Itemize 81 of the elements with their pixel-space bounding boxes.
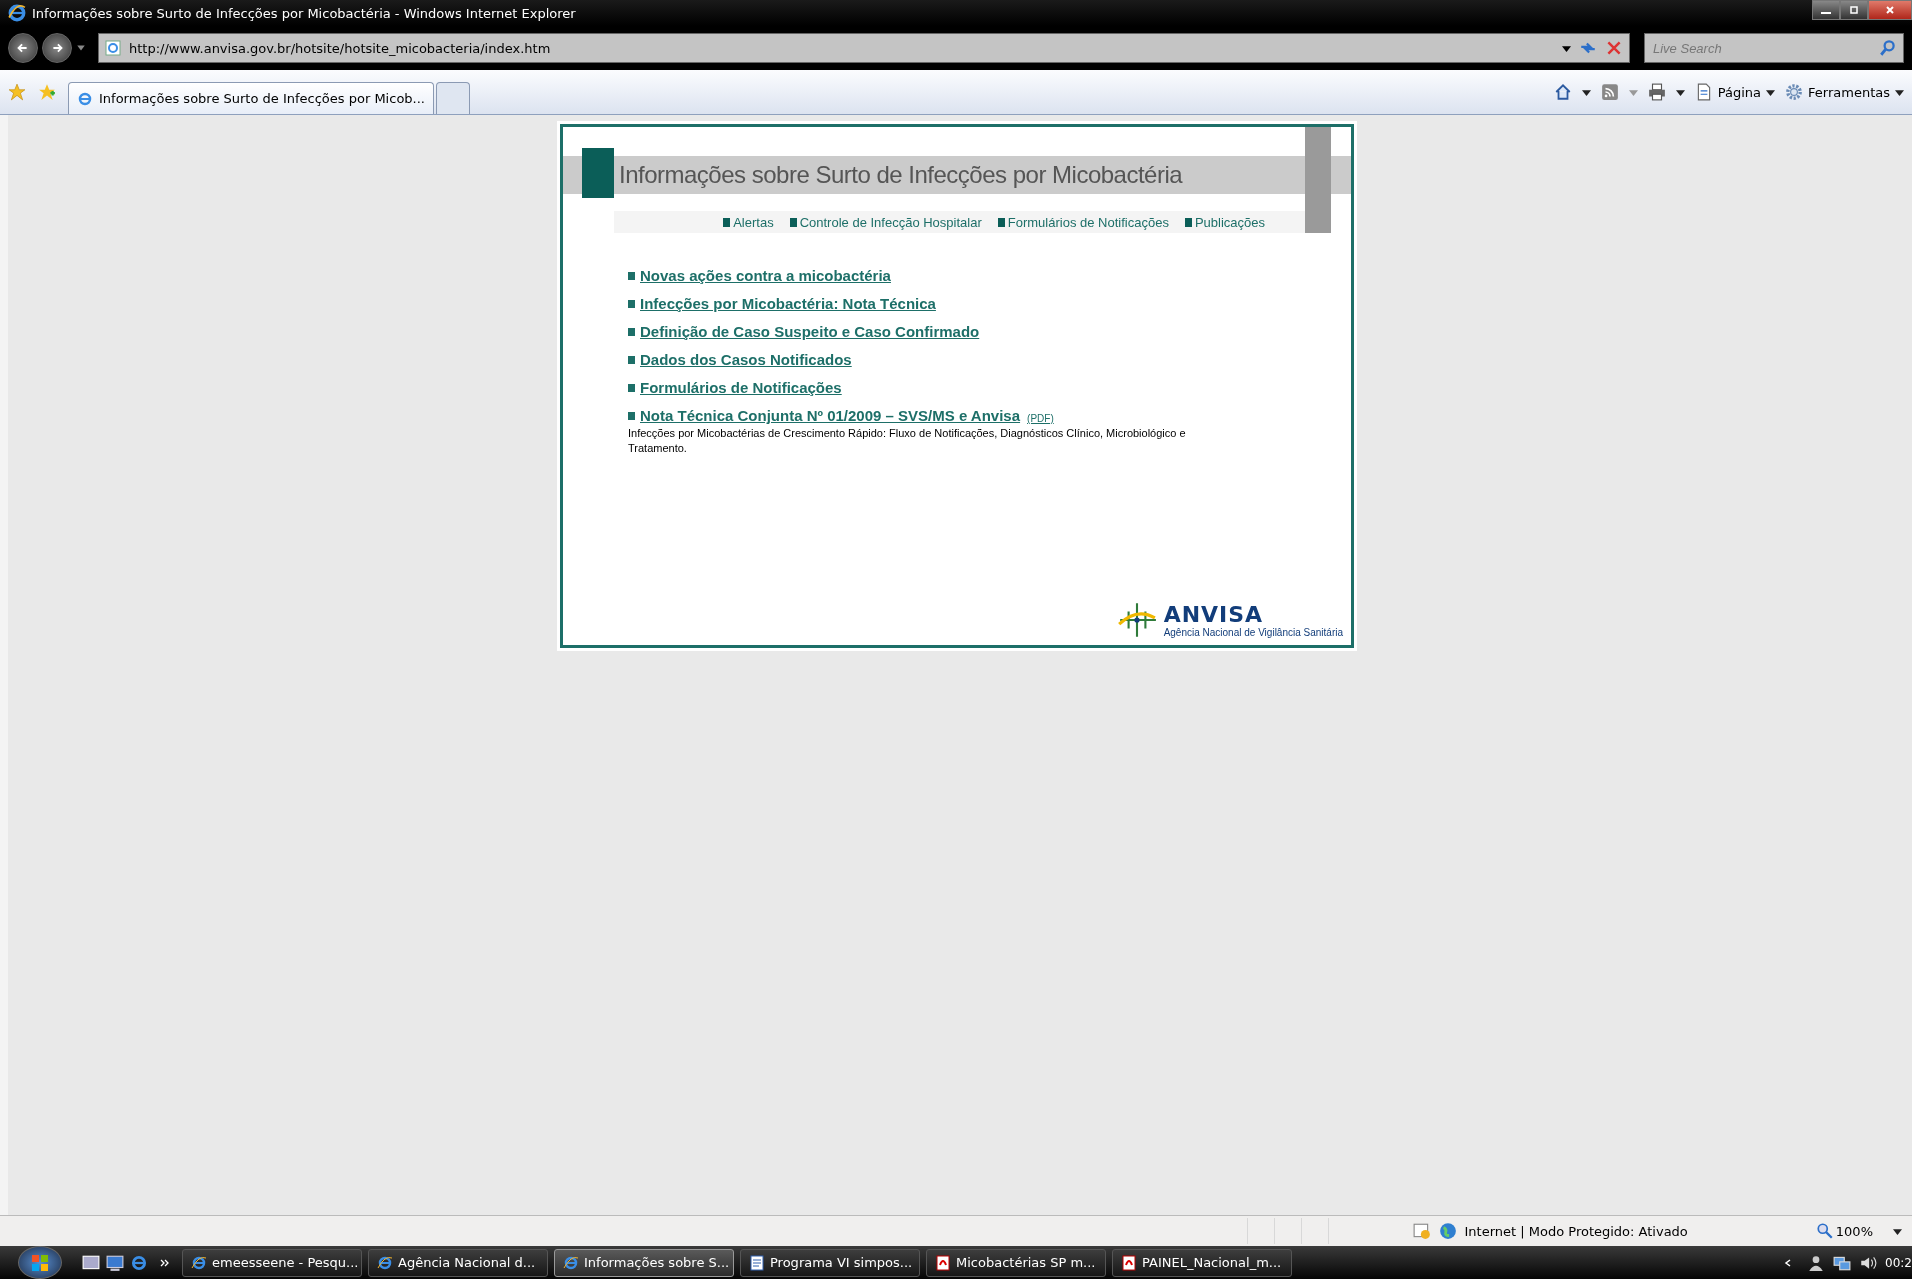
page-icon: [105, 40, 121, 56]
content-link[interactable]: Infecções por Micobactéria: Nota Técnica: [640, 295, 936, 312]
nav-link[interactable]: Publicações: [1184, 214, 1265, 230]
page-title: Informações sobre Surto de Infecções por Micobactéria: [619, 161, 1183, 189]
content-link[interactable]: Formulários de Notificações: [640, 379, 842, 396]
taskbar-button[interactable]: Agência Nacional d...: [368, 1248, 548, 1277]
nav-link[interactable]: Formulários de Notificações: [997, 214, 1169, 230]
pdf-file-icon: [935, 1254, 951, 1271]
logo-name: ANVISA: [1163, 602, 1265, 627]
browser-tab[interactable]: Informações sobre Surto de Infecções por Micob...: [68, 82, 434, 114]
windows-logo-icon: [30, 1252, 50, 1273]
browser-logo-icon: [377, 1254, 393, 1271]
caret-icon[interactable]: [1893, 1226, 1902, 1236]
history-caret-icon[interactable]: [76, 43, 86, 53]
bullet-square-icon: [628, 327, 635, 336]
content-link[interactable]: Definição de Caso Suspeito e Caso Confirmado: [640, 323, 980, 340]
browser-logo-icon: [563, 1254, 579, 1271]
caret-icon[interactable]: [1675, 87, 1685, 97]
header-square: [582, 148, 614, 198]
restore-icon: [1849, 5, 1859, 15]
search-icon[interactable]: [1879, 39, 1897, 57]
zoom-button[interactable]: 100%: [1815, 1222, 1873, 1240]
stop-icon[interactable]: [1605, 39, 1623, 57]
address-field[interactable]: http://www.anvisa.gov.br/hotsite/hotsite_micobacteria/index.htm: [98, 33, 1630, 63]
pdf-link[interactable]: (PDF): [1027, 413, 1054, 424]
back-button[interactable]: [8, 33, 38, 63]
warning-icon: [1412, 1222, 1431, 1240]
show-desktop-icon[interactable]: [106, 1253, 124, 1272]
close-icon: [1885, 5, 1895, 15]
chevron-icon[interactable]: [160, 1257, 170, 1268]
forward-button[interactable]: [42, 33, 72, 63]
page-menu-button[interactable]: Página: [1694, 83, 1776, 101]
search-field[interactable]: Live Search: [1644, 33, 1904, 63]
search-input[interactable]: Live Search: [1651, 39, 1879, 57]
start-button[interactable]: [18, 1246, 62, 1279]
link-description: Infecções por Micobactérias de Crescimento Rápido: Fluxo de Notificações, Diagnósticos Clínico, Microbiológico e Tratamento.: [628, 426, 1187, 456]
browser-logo-icon: [191, 1254, 207, 1271]
printer-icon[interactable]: [1647, 83, 1666, 101]
taskbar-button[interactable]: emeesseene - Pesqu...: [182, 1248, 362, 1277]
minimize-button[interactable]: [1812, 0, 1840, 20]
security-zone-text: Internet | Modo Protegido: Ativado: [1464, 1223, 1688, 1239]
taskbar-button[interactable]: PAINEL_Nacional_m...: [1112, 1248, 1292, 1277]
favorites-star-icon[interactable]: [8, 83, 26, 101]
tools-menu-button[interactable]: Ferramentas: [1785, 83, 1904, 101]
document-icon: [749, 1254, 765, 1271]
globe-icon: [1438, 1222, 1457, 1240]
close-button[interactable]: [1868, 0, 1912, 20]
gear-icon: [1785, 83, 1804, 101]
bullet-square-icon: [628, 299, 635, 308]
restore-button[interactable]: [1840, 0, 1868, 20]
content-link[interactable]: Nota Técnica Conjunta Nº 01/2009 – SVS/MS e Anvisa: [640, 407, 1021, 424]
bullet-square-icon: [628, 271, 635, 280]
content-link[interactable]: Novas ações contra a micobactéria: [640, 267, 891, 284]
bullet-square-icon: [628, 383, 635, 392]
caret-icon: [1766, 87, 1776, 97]
clock: 00:2: [1885, 1255, 1912, 1270]
nav-link[interactable]: Controle de Infecção Hospitalar: [789, 214, 982, 230]
caret-icon: [1895, 87, 1904, 97]
pdf-file-icon: [1121, 1254, 1137, 1271]
feed-icon[interactable]: [1600, 83, 1619, 101]
dropdown-caret-icon[interactable]: [1562, 43, 1571, 53]
browser-logo-icon: [77, 90, 93, 107]
taskbar-button[interactable]: Programa VI simpos...: [740, 1248, 920, 1277]
taskbar-button[interactable]: Informações sobre S...: [554, 1248, 734, 1277]
browser-logo-icon: [8, 4, 26, 22]
minimize-icon: [1821, 11, 1831, 15]
add-favorite-icon[interactable]: [38, 83, 56, 101]
content-link[interactable]: Dados dos Casos Notificados: [640, 351, 852, 368]
browser-logo-icon[interactable]: [130, 1253, 148, 1272]
bullet-square-icon: [628, 355, 635, 364]
url-text: http://www.anvisa.gov.br/hotsite/hotsite_micobacteria/index.htm: [129, 40, 552, 56]
nav-link[interactable]: Alertas: [723, 214, 774, 230]
bullet-square-icon: [628, 411, 635, 420]
logo-subtitle: Agência Nacional de Vigilância Sanitária: [1163, 626, 1343, 638]
desktop-switch-icon[interactable]: [82, 1253, 100, 1272]
agency-logo-icon: [1115, 601, 1158, 639]
window-title: Informações sobre Surto de Infecções por Micobactéria - Windows Internet Explorer: [32, 5, 576, 21]
zoom-icon: [1815, 1222, 1834, 1240]
caret-icon[interactable]: [1581, 87, 1591, 97]
home-icon[interactable]: [1553, 83, 1572, 101]
taskbar-button[interactable]: Micobactérias SP m...: [926, 1248, 1106, 1277]
